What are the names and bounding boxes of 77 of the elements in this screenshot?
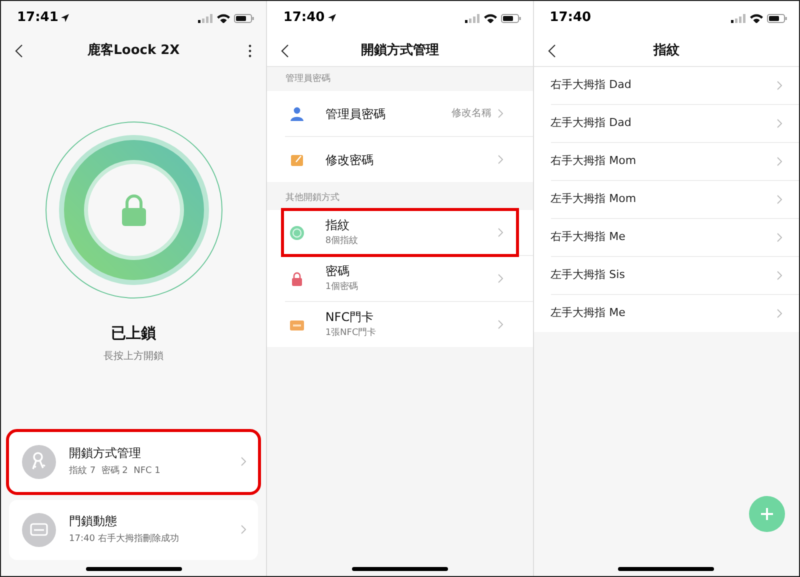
location-arrow-icon (61, 14, 70, 22)
screen-title: 開鎖方式管理 (360, 42, 439, 60)
screen-title: 指紋 (653, 42, 680, 60)
chevron-icon (498, 274, 503, 283)
fingerprint-name: 右手大拇指 Dad (550, 77, 632, 94)
method-row[interactable]: 修改密碼 (283, 137, 517, 182)
wifi-icon (217, 14, 230, 22)
fingerprint-name: 左手大拇指 Me (550, 305, 626, 322)
chevron-icon (776, 81, 782, 90)
chevron-icon (498, 228, 503, 237)
status-time: 17:40 (283, 9, 325, 28)
chevron-icon (776, 195, 782, 204)
chevron-icon (498, 320, 503, 329)
chevron-icon (776, 309, 782, 318)
card-title: 門鎖動態 (69, 513, 118, 530)
wifi-icon (484, 14, 497, 22)
method-label: 修改密碼 (325, 152, 374, 168)
lock-hint: 長按上方開鎖 (104, 350, 164, 364)
fingerprint-row[interactable]: 左手大拇指 Mom (550, 181, 799, 218)
fingerprint-name: 右手大拇指 Mom (550, 153, 636, 170)
method-row[interactable]: 指紋 8個指紋 (283, 210, 517, 255)
method-subtitle: 8個指紋 (325, 235, 360, 248)
fingerprint-row[interactable]: 左手大拇指 Dad (550, 105, 799, 142)
method-row[interactable]: 密碼 1個密碼 (283, 256, 517, 301)
fingerprint-row[interactable]: 右手大拇指 Mom (550, 143, 799, 180)
rename-link[interactable]: 修改名稱 (452, 106, 492, 121)
chevron-icon (498, 155, 503, 164)
signal-icon (730, 14, 746, 22)
card-log-icon (22, 512, 56, 546)
fingerprint-row[interactable]: 左手大拇指 Me (550, 295, 799, 332)
method-label: 指紋 (325, 217, 350, 234)
section-header: 其他開鎖方式 (285, 192, 340, 206)
battery-icon (766, 14, 787, 22)
method-subtitle: 1個密碼 (325, 281, 360, 294)
fingerprint-name: 左手大拇指 Mom (550, 191, 636, 208)
chevron-icon (498, 109, 503, 118)
method-subtitle: 1張NFC門卡 (325, 327, 378, 340)
chevron-icon (776, 157, 782, 166)
back-icon[interactable] (15, 44, 23, 58)
fingerprint-row[interactable]: 左手大拇指 Sis (550, 257, 799, 294)
method-row[interactable]: 管理員密碼 修改名稱 (283, 91, 517, 136)
battery-icon (500, 14, 521, 22)
fingerprint-name: 右手大拇指 Me (550, 229, 626, 246)
wifi-icon (750, 14, 763, 22)
back-icon[interactable] (281, 44, 290, 58)
card-subtitle: 指紋 7 密碼 2 NFC 1 (69, 465, 162, 478)
chevron-icon (776, 119, 782, 128)
card-subtitle: 17:40 右手大拇指刪除成功 (69, 533, 180, 546)
back-icon[interactable] (548, 44, 556, 58)
fingerprint-name: 左手大拇指 Dad (550, 115, 632, 132)
battery-icon (234, 14, 254, 22)
section-header: 管理員密碼 (285, 73, 330, 86)
person-icon (289, 106, 306, 122)
card-title: 開鎖方式管理 (69, 445, 142, 462)
keys-icon (22, 444, 56, 478)
more-icon[interactable] (248, 44, 252, 58)
status-time: 17:41 (17, 9, 58, 28)
fingerprint-row[interactable]: 右手大拇指 Me (550, 219, 799, 256)
method-row[interactable]: NFC門卡 1張NFC門卡 (283, 302, 517, 347)
location-arrow-icon (328, 14, 336, 22)
screen-title: 鹿客Loock 2X (88, 42, 180, 60)
fingerprint-row[interactable]: 右手大拇指 Dad (550, 67, 799, 104)
method-label: 管理員密碼 (325, 106, 386, 122)
plus-icon (760, 507, 774, 521)
lock-status: 已上鎖 (111, 323, 156, 344)
method-label: 密碼 (325, 263, 350, 280)
fingerprint-name: 左手大拇指 Sis (550, 267, 625, 284)
chevron-icon (241, 525, 246, 534)
chevron-icon (241, 457, 246, 466)
status-time: 17:40 (550, 9, 592, 28)
menu-card[interactable]: 門鎖動態 17:40 右手大拇指刪除成功 (9, 500, 258, 560)
signal-icon (198, 14, 214, 22)
chevron-icon (776, 233, 782, 242)
menu-card[interactable]: 開鎖方式管理 指紋 7 密碼 2 NFC 1 (9, 432, 258, 492)
method-label: NFC門卡 (325, 309, 375, 326)
signal-icon (464, 14, 480, 22)
chevron-icon (776, 271, 782, 280)
